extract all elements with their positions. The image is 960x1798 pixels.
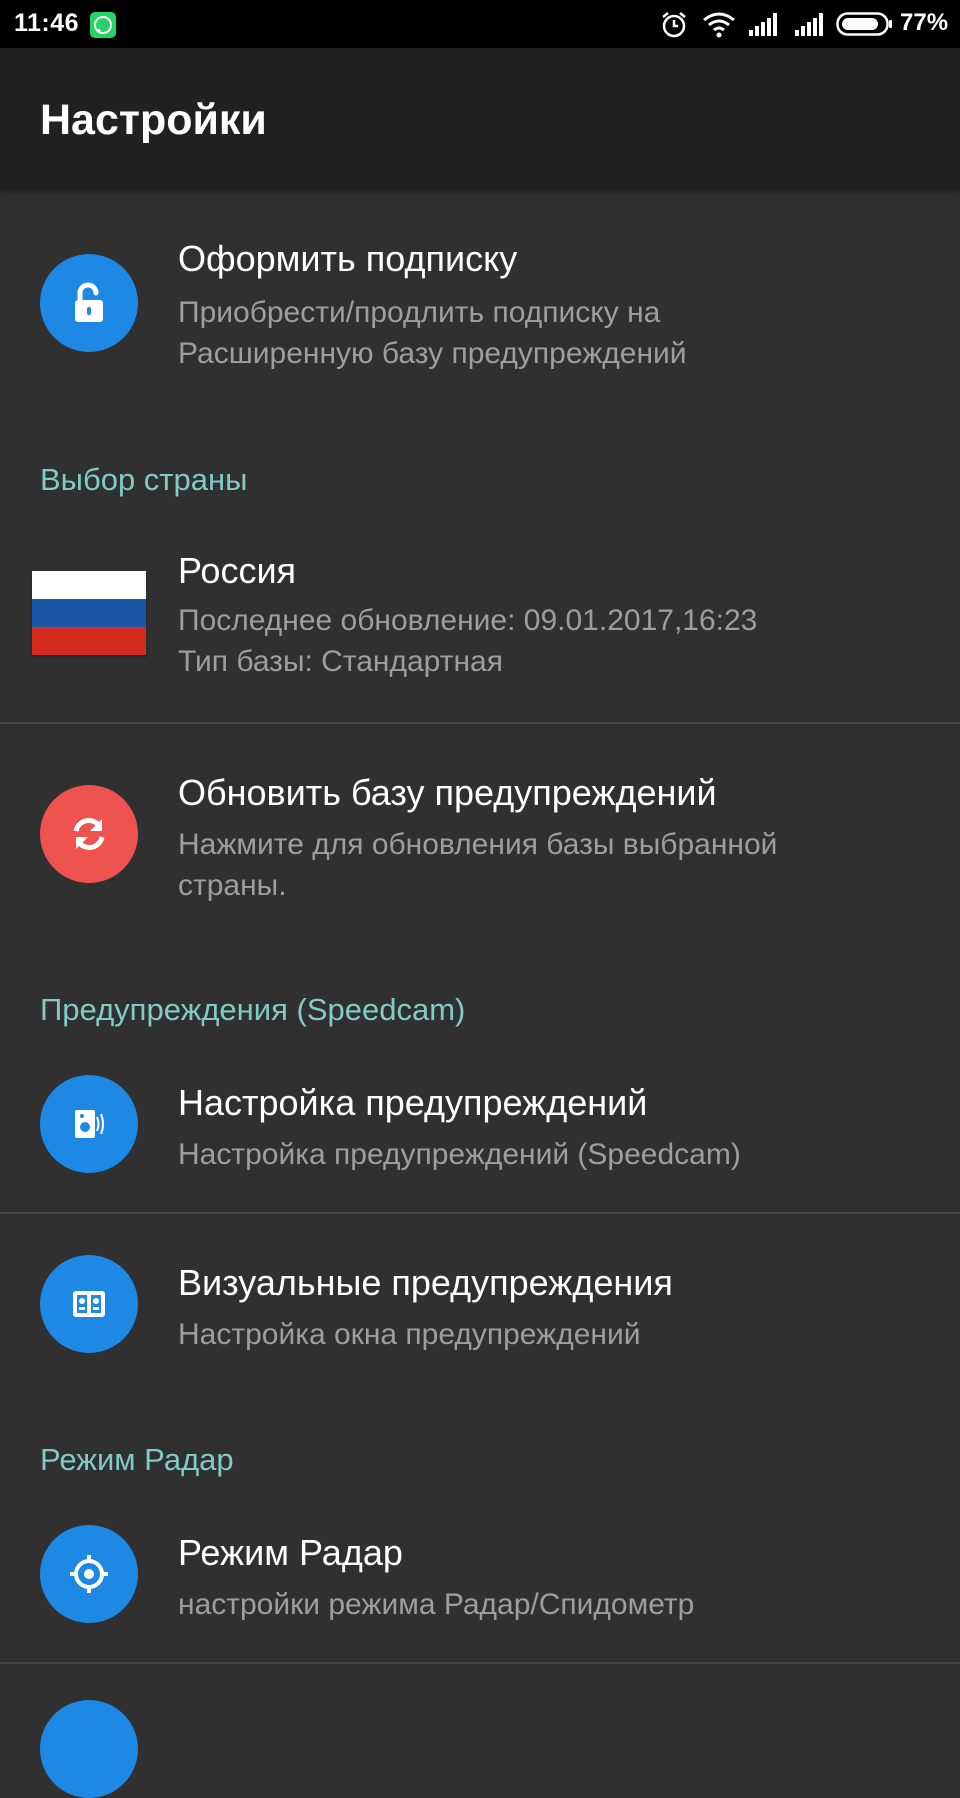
subtitle-line: Приобрести/продлить подписку на [178,296,661,329]
russia-flag-icon [32,571,146,655]
item-subtitle: Настройка предупреждений (Speedcam) [178,1134,928,1175]
item-title: Настройка предупреждений [178,1082,648,1123]
item-title: Обновить базу предупреждений [178,772,717,813]
window-icon [40,1255,138,1353]
item-subtitle: Настройка окна предупреждений [178,1314,928,1355]
speedcam-icon [40,1075,138,1173]
subtitle-line: Настройка предупреждений (Speedcam) [178,1138,741,1171]
battery-percent: 77% [900,9,949,36]
subtitle-line: Расширенную базу предупреждений [178,337,687,370]
item-title: Россия [178,550,297,591]
section-header-country: Выбор страны [40,462,248,497]
item-subtitle: настройки режима Радар/Спидометр [178,1584,928,1625]
subtitle-line: Тип базы: Стандартная [178,645,503,678]
divider [0,1662,960,1664]
battery-icon [836,12,894,41]
whatsapp-icon [90,12,116,38]
subtitle-line: настройки режима Радар/Спидометр [178,1588,695,1621]
section-header-warnings: Предупреждения (Speedcam) [40,992,466,1027]
wifi-icon [702,12,736,43]
alarm-icon [660,11,688,44]
item-title: Режим Радар [178,1532,403,1573]
page-title: Настройки [40,96,267,144]
status-bar: 11:46 77% [0,0,960,48]
app-bar: Настройки [0,48,960,189]
subtitle-line: Нажмите для обновления базы выбранной [178,828,778,861]
country-item[interactable]: Россия Последнее обновление: 09.01.2017,… [0,520,960,722]
item-title: Оформить подписку [178,238,518,279]
subtitle-line: страны. [178,869,287,902]
item-title: Визуальные предупреждения [178,1262,673,1303]
item-subtitle: Приобрести/продлить подписку на Расширен… [178,292,928,374]
visual-warnings-item[interactable]: Визуальные предупреждения Настройка окна… [0,1214,960,1394]
subtitle-line: Настройка окна предупреждений [178,1318,641,1351]
update-database-item[interactable]: Обновить базу предупреждений Нажмите для… [0,724,960,944]
subscribe-item[interactable]: Оформить подписку Приобрести/продлить по… [0,192,960,412]
radar-mode-item[interactable]: Режим Радар настройки режима Радар/Спидо… [0,1500,960,1662]
warning-settings-item[interactable]: Настройка предупреждений Настройка преду… [0,1050,960,1212]
next-item-icon [40,1700,138,1798]
item-subtitle: Последнее обновление: 09.01.2017,16:23 Т… [178,600,928,682]
unlock-icon [40,254,138,352]
crosshair-icon [40,1525,138,1623]
item-subtitle: Нажмите для обновления базы выбранной ст… [178,824,928,906]
subtitle-line: Последнее обновление: 09.01.2017,16:23 [178,604,758,637]
signal-icon [748,12,780,41]
section-header-radar: Режим Радар [40,1442,234,1477]
signal-icon [794,12,826,41]
refresh-icon [40,785,138,883]
status-time: 11:46 [14,9,80,37]
